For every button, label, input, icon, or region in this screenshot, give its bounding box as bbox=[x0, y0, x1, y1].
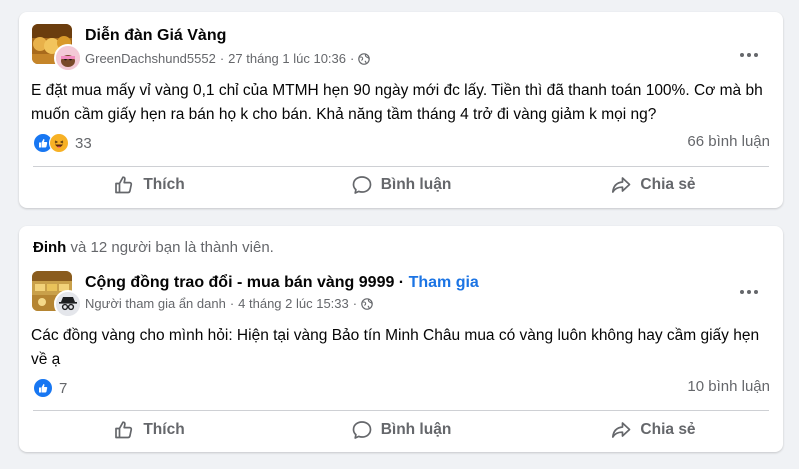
action-bar: Thích Bình luận Chia sẻ bbox=[23, 412, 779, 448]
like-button[interactable]: Thích bbox=[23, 167, 275, 203]
comment-button[interactable]: Bình luận bbox=[275, 412, 527, 448]
meta-separator: · bbox=[219, 51, 225, 66]
dot-icon bbox=[747, 290, 751, 294]
dot-icon bbox=[740, 290, 744, 294]
meta-separator: · bbox=[352, 296, 358, 311]
friend-name[interactable]: Đinh bbox=[33, 239, 66, 256]
dot-icon bbox=[754, 53, 758, 57]
post-card: Diễn đàn Giá Vàng GreenDachshund5552 · 2… bbox=[19, 12, 783, 208]
group-name[interactable]: Cộng đồng trao đổi - mua bán vàng 9999 bbox=[85, 274, 394, 291]
share-label: Chia sẻ bbox=[640, 176, 696, 193]
share-button[interactable]: Chia sẻ bbox=[527, 167, 779, 203]
post-timestamp[interactable]: 27 tháng 1 lúc 10:36 bbox=[228, 51, 346, 66]
group-name[interactable]: Diễn đàn Giá Vàng bbox=[85, 27, 226, 45]
like-button[interactable]: Thích bbox=[23, 412, 275, 448]
reaction-count: 7 bbox=[59, 379, 68, 397]
post-meta: Người tham gia ẩn danh · 4 tháng 2 lúc 1… bbox=[85, 296, 373, 311]
reaction-count: 33 bbox=[75, 134, 92, 152]
member-context-text: và 12 người bạn là thành viên. bbox=[66, 239, 274, 256]
like-icon bbox=[33, 378, 53, 398]
group-title: Cộng đồng trao đổi - mua bán vàng 9999 ·… bbox=[85, 274, 479, 292]
author-avatar[interactable] bbox=[54, 44, 82, 72]
comment-label: Bình luận bbox=[380, 176, 452, 193]
dot-icon bbox=[740, 53, 744, 57]
comment-count[interactable]: 66 bình luận bbox=[687, 133, 770, 150]
member-context: Đinh và 12 người bạn là thành viên. bbox=[33, 239, 274, 256]
anonymous-icon bbox=[56, 292, 80, 316]
join-group-button[interactable]: Tham gia bbox=[409, 274, 479, 291]
like-label: Thích bbox=[143, 421, 185, 438]
like-label: Thích bbox=[143, 176, 185, 193]
reaction-summary[interactable]: 33 bbox=[33, 133, 92, 153]
share-icon bbox=[612, 177, 631, 193]
haha-icon bbox=[49, 133, 69, 153]
anonymous-avatar bbox=[54, 290, 82, 318]
comment-icon bbox=[352, 421, 372, 439]
dot-icon bbox=[754, 290, 758, 294]
comment-button[interactable]: Bình luận bbox=[275, 167, 527, 203]
globe-icon bbox=[358, 52, 371, 65]
post-card: Đinh và 12 người bạn là thành viên. Cộng… bbox=[19, 226, 783, 452]
meta-separator: · bbox=[350, 51, 355, 66]
more-options-button[interactable] bbox=[737, 45, 761, 65]
post-meta: GreenDachshund5552 · 27 tháng 1 lúc 10:3… bbox=[85, 51, 371, 66]
post-timestamp[interactable]: 4 tháng 2 lúc 15:33 bbox=[238, 296, 349, 311]
dot-icon bbox=[747, 53, 751, 57]
join-separator: · bbox=[394, 274, 409, 291]
action-bar: Thích Bình luận Chia sẻ bbox=[23, 167, 779, 203]
share-label: Chia sẻ bbox=[640, 421, 696, 438]
more-options-button[interactable] bbox=[737, 282, 761, 302]
thumbs-up-icon bbox=[115, 421, 133, 439]
comment-icon bbox=[352, 176, 372, 194]
share-button[interactable]: Chia sẻ bbox=[527, 412, 779, 448]
meta-separator: · bbox=[229, 296, 235, 311]
share-icon bbox=[612, 422, 631, 438]
author-name: Người tham gia ẩn danh bbox=[85, 296, 226, 311]
comment-count[interactable]: 10 bình luận bbox=[687, 378, 770, 395]
post-body: E đặt mua mấy vỉ vàng 0,1 chỉ của MTMH h… bbox=[31, 82, 763, 123]
reaction-summary[interactable]: 7 bbox=[33, 378, 67, 398]
thumbs-up-icon bbox=[115, 176, 133, 194]
divider bbox=[33, 410, 769, 411]
author-name[interactable]: GreenDachshund5552 bbox=[85, 51, 216, 66]
post-body: Các đồng vàng cho mình hỏi: Hiện tại vàn… bbox=[31, 327, 760, 368]
comment-label: Bình luận bbox=[380, 421, 452, 438]
globe-icon bbox=[361, 297, 373, 310]
